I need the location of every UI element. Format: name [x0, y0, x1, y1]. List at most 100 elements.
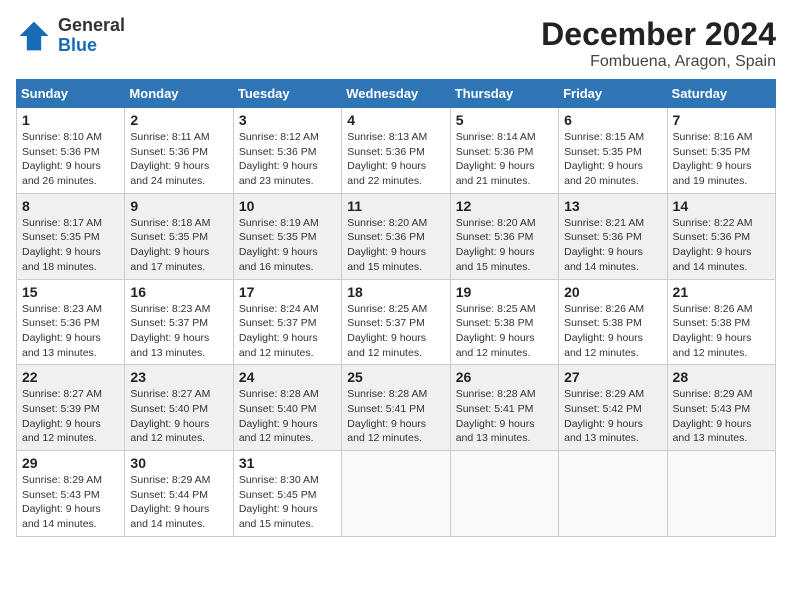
day-number: 24	[239, 369, 336, 385]
day-info: Sunrise: 8:29 AMSunset: 5:44 PMDaylight:…	[130, 473, 227, 532]
col-saturday: Saturday	[667, 80, 775, 108]
day-number: 21	[673, 284, 770, 300]
table-row: 1 Sunrise: 8:10 AMSunset: 5:36 PMDayligh…	[17, 108, 125, 194]
calendar-week-row: 29 Sunrise: 8:29 AMSunset: 5:43 PMDaylig…	[17, 451, 776, 537]
table-row: 28 Sunrise: 8:29 AMSunset: 5:43 PMDaylig…	[667, 365, 775, 451]
col-wednesday: Wednesday	[342, 80, 450, 108]
day-info: Sunrise: 8:28 AMSunset: 5:41 PMDaylight:…	[347, 387, 444, 446]
day-number: 12	[456, 198, 553, 214]
day-info: Sunrise: 8:17 AMSunset: 5:35 PMDaylight:…	[22, 216, 119, 275]
table-row: 25 Sunrise: 8:28 AMSunset: 5:41 PMDaylig…	[342, 365, 450, 451]
day-info: Sunrise: 8:20 AMSunset: 5:36 PMDaylight:…	[347, 216, 444, 275]
table-row	[342, 451, 450, 537]
table-row: 5 Sunrise: 8:14 AMSunset: 5:36 PMDayligh…	[450, 108, 558, 194]
table-row	[450, 451, 558, 537]
calendar-week-row: 22 Sunrise: 8:27 AMSunset: 5:39 PMDaylig…	[17, 365, 776, 451]
day-info: Sunrise: 8:23 AMSunset: 5:37 PMDaylight:…	[130, 302, 227, 361]
day-number: 19	[456, 284, 553, 300]
table-row: 21 Sunrise: 8:26 AMSunset: 5:38 PMDaylig…	[667, 279, 775, 365]
day-number: 15	[22, 284, 119, 300]
day-info: Sunrise: 8:30 AMSunset: 5:45 PMDaylight:…	[239, 473, 336, 532]
day-number: 16	[130, 284, 227, 300]
logo: General Blue	[16, 16, 125, 56]
table-row: 8 Sunrise: 8:17 AMSunset: 5:35 PMDayligh…	[17, 193, 125, 279]
day-number: 11	[347, 198, 444, 214]
day-info: Sunrise: 8:16 AMSunset: 5:35 PMDaylight:…	[673, 130, 770, 189]
logo-icon	[16, 18, 52, 54]
day-number: 13	[564, 198, 661, 214]
day-info: Sunrise: 8:29 AMSunset: 5:42 PMDaylight:…	[564, 387, 661, 446]
day-number: 10	[239, 198, 336, 214]
day-number: 8	[22, 198, 119, 214]
table-row	[667, 451, 775, 537]
calendar-header-row: Sunday Monday Tuesday Wednesday Thursday…	[17, 80, 776, 108]
table-row: 7 Sunrise: 8:16 AMSunset: 5:35 PMDayligh…	[667, 108, 775, 194]
day-number: 22	[22, 369, 119, 385]
col-friday: Friday	[559, 80, 667, 108]
day-info: Sunrise: 8:22 AMSunset: 5:36 PMDaylight:…	[673, 216, 770, 275]
day-number: 9	[130, 198, 227, 214]
table-row: 27 Sunrise: 8:29 AMSunset: 5:42 PMDaylig…	[559, 365, 667, 451]
day-number: 31	[239, 455, 336, 471]
calendar-week-row: 1 Sunrise: 8:10 AMSunset: 5:36 PMDayligh…	[17, 108, 776, 194]
day-number: 29	[22, 455, 119, 471]
table-row: 31 Sunrise: 8:30 AMSunset: 5:45 PMDaylig…	[233, 451, 341, 537]
day-number: 30	[130, 455, 227, 471]
col-tuesday: Tuesday	[233, 80, 341, 108]
day-info: Sunrise: 8:27 AMSunset: 5:40 PMDaylight:…	[130, 387, 227, 446]
table-row: 12 Sunrise: 8:20 AMSunset: 5:36 PMDaylig…	[450, 193, 558, 279]
table-row	[559, 451, 667, 537]
day-info: Sunrise: 8:12 AMSunset: 5:36 PMDaylight:…	[239, 130, 336, 189]
day-number: 20	[564, 284, 661, 300]
day-info: Sunrise: 8:19 AMSunset: 5:35 PMDaylight:…	[239, 216, 336, 275]
day-info: Sunrise: 8:28 AMSunset: 5:41 PMDaylight:…	[456, 387, 553, 446]
col-monday: Monday	[125, 80, 233, 108]
day-info: Sunrise: 8:10 AMSunset: 5:36 PMDaylight:…	[22, 130, 119, 189]
logo-text: General Blue	[58, 16, 125, 56]
table-row: 23 Sunrise: 8:27 AMSunset: 5:40 PMDaylig…	[125, 365, 233, 451]
table-row: 15 Sunrise: 8:23 AMSunset: 5:36 PMDaylig…	[17, 279, 125, 365]
table-row: 22 Sunrise: 8:27 AMSunset: 5:39 PMDaylig…	[17, 365, 125, 451]
table-row: 6 Sunrise: 8:15 AMSunset: 5:35 PMDayligh…	[559, 108, 667, 194]
day-info: Sunrise: 8:26 AMSunset: 5:38 PMDaylight:…	[564, 302, 661, 361]
calendar-table: Sunday Monday Tuesday Wednesday Thursday…	[16, 79, 776, 537]
day-number: 2	[130, 112, 227, 128]
day-number: 6	[564, 112, 661, 128]
table-row: 16 Sunrise: 8:23 AMSunset: 5:37 PMDaylig…	[125, 279, 233, 365]
day-number: 3	[239, 112, 336, 128]
table-row: 26 Sunrise: 8:28 AMSunset: 5:41 PMDaylig…	[450, 365, 558, 451]
day-info: Sunrise: 8:11 AMSunset: 5:36 PMDaylight:…	[130, 130, 227, 189]
day-number: 14	[673, 198, 770, 214]
location-title: Fombuena, Aragon, Spain	[541, 53, 776, 71]
table-row: 10 Sunrise: 8:19 AMSunset: 5:35 PMDaylig…	[233, 193, 341, 279]
table-row: 20 Sunrise: 8:26 AMSunset: 5:38 PMDaylig…	[559, 279, 667, 365]
day-info: Sunrise: 8:27 AMSunset: 5:39 PMDaylight:…	[22, 387, 119, 446]
day-number: 27	[564, 369, 661, 385]
day-info: Sunrise: 8:29 AMSunset: 5:43 PMDaylight:…	[22, 473, 119, 532]
day-number: 4	[347, 112, 444, 128]
day-number: 26	[456, 369, 553, 385]
title-block: December 2024 Fombuena, Aragon, Spain	[541, 16, 776, 71]
day-number: 28	[673, 369, 770, 385]
day-number: 7	[673, 112, 770, 128]
day-number: 17	[239, 284, 336, 300]
day-info: Sunrise: 8:26 AMSunset: 5:38 PMDaylight:…	[673, 302, 770, 361]
table-row: 13 Sunrise: 8:21 AMSunset: 5:36 PMDaylig…	[559, 193, 667, 279]
day-info: Sunrise: 8:25 AMSunset: 5:38 PMDaylight:…	[456, 302, 553, 361]
day-info: Sunrise: 8:23 AMSunset: 5:36 PMDaylight:…	[22, 302, 119, 361]
calendar-week-row: 8 Sunrise: 8:17 AMSunset: 5:35 PMDayligh…	[17, 193, 776, 279]
col-sunday: Sunday	[17, 80, 125, 108]
day-info: Sunrise: 8:28 AMSunset: 5:40 PMDaylight:…	[239, 387, 336, 446]
day-info: Sunrise: 8:14 AMSunset: 5:36 PMDaylight:…	[456, 130, 553, 189]
month-title: December 2024	[541, 16, 776, 53]
day-info: Sunrise: 8:18 AMSunset: 5:35 PMDaylight:…	[130, 216, 227, 275]
table-row: 11 Sunrise: 8:20 AMSunset: 5:36 PMDaylig…	[342, 193, 450, 279]
day-info: Sunrise: 8:20 AMSunset: 5:36 PMDaylight:…	[456, 216, 553, 275]
day-number: 5	[456, 112, 553, 128]
table-row: 24 Sunrise: 8:28 AMSunset: 5:40 PMDaylig…	[233, 365, 341, 451]
table-row: 2 Sunrise: 8:11 AMSunset: 5:36 PMDayligh…	[125, 108, 233, 194]
table-row: 4 Sunrise: 8:13 AMSunset: 5:36 PMDayligh…	[342, 108, 450, 194]
table-row: 19 Sunrise: 8:25 AMSunset: 5:38 PMDaylig…	[450, 279, 558, 365]
day-info: Sunrise: 8:15 AMSunset: 5:35 PMDaylight:…	[564, 130, 661, 189]
day-info: Sunrise: 8:25 AMSunset: 5:37 PMDaylight:…	[347, 302, 444, 361]
